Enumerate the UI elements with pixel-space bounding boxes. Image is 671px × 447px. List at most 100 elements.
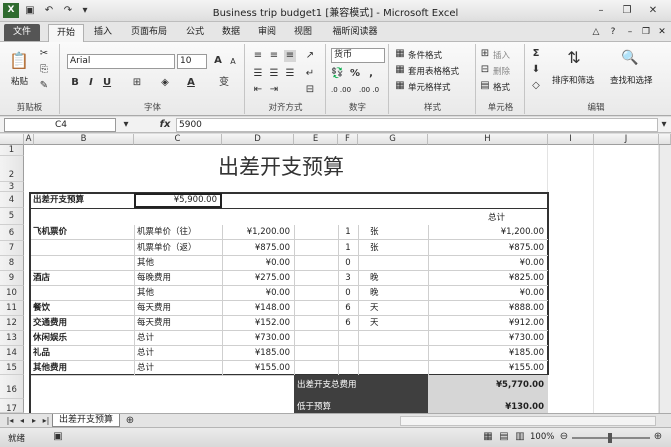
help-icon[interactable]: ? — [606, 24, 620, 41]
expense-quantity[interactable]: 6 — [338, 316, 358, 330]
orientation-icon[interactable]: ↗ — [304, 50, 316, 62]
increase-indent-icon[interactable]: ⇥ — [268, 84, 280, 96]
format-cells-icon[interactable]: ▤ — [479, 80, 491, 92]
budget-value-cell[interactable]: ¥5,900.00 — [134, 193, 222, 208]
expand-formula-icon[interactable]: ▾ — [658, 119, 670, 131]
format-table-icon[interactable]: ▦ — [394, 64, 406, 76]
merge-center-icon[interactable]: ⊟ — [304, 84, 316, 96]
find-select-button[interactable]: 查找和选择 — [610, 74, 653, 86]
align-top-icon[interactable]: ≡ — [252, 50, 264, 62]
expense-quantity[interactable]: 1 — [338, 225, 358, 239]
zoom-in-icon[interactable]: ⊕ — [652, 431, 664, 443]
fill-color-icon[interactable]: ◈ — [159, 77, 171, 89]
close-icon[interactable]: ✕ — [640, 2, 666, 19]
row-header[interactable]: 3 — [0, 182, 24, 192]
tab-data[interactable]: 数据 — [216, 24, 246, 41]
increase-decimal-button[interactable]: .0 .00 — [331, 86, 351, 94]
row-header[interactable]: 17 — [0, 399, 24, 413]
underline-button[interactable]: U — [101, 77, 113, 89]
find-select-icon[interactable]: 🔍 — [620, 48, 640, 68]
row-header[interactable]: 13 — [0, 331, 24, 346]
col-header-g[interactable]: G — [358, 134, 428, 145]
tab-page-layout[interactable]: 页面布局 — [126, 24, 172, 41]
next-sheet-icon[interactable]: ▸ — [28, 415, 40, 427]
summary-under-value[interactable]: ¥130.00 — [430, 400, 544, 413]
col-header-j[interactable]: J — [594, 134, 659, 145]
select-all-corner[interactable] — [0, 134, 24, 145]
decrease-indent-icon[interactable]: ⇤ — [252, 84, 264, 96]
cut-icon[interactable]: ✂ — [38, 48, 50, 60]
expense-amount[interactable]: ¥275.00 — [224, 271, 290, 285]
number-format-select[interactable]: 货币 — [331, 48, 385, 63]
border-icon[interactable]: ⊞ — [131, 77, 143, 89]
row-header[interactable]: 15 — [0, 361, 24, 375]
row-header[interactable]: 7 — [0, 241, 24, 256]
tab-review[interactable]: 审阅 — [252, 24, 282, 41]
cell-styles-button[interactable]: 单元格样式 — [408, 81, 451, 93]
tab-file[interactable]: 文件 — [4, 24, 40, 41]
conditional-format-button[interactable]: 条件格式 — [408, 49, 442, 61]
align-right-icon[interactable]: ☰ — [284, 68, 296, 80]
percent-style-button[interactable]: % — [349, 68, 361, 80]
new-sheet-icon[interactable]: ⊕ — [124, 415, 136, 427]
restore-ribbon-icon[interactable]: ❐ — [640, 24, 652, 41]
expense-quantity[interactable]: 1 — [338, 241, 358, 255]
autosum-button[interactable]: Σ — [530, 48, 542, 60]
comma-style-button[interactable]: , — [365, 68, 377, 80]
last-sheet-icon[interactable]: ▸| — [40, 415, 52, 427]
zoom-slider-thumb[interactable] — [608, 433, 612, 443]
expense-quantity[interactable]: 3 — [338, 271, 358, 285]
sheet-tab-active[interactable]: 出差开支预算 — [52, 414, 120, 427]
col-header-h[interactable]: H — [428, 134, 548, 145]
normal-view-icon[interactable]: ▦ — [482, 431, 494, 443]
formula-input[interactable]: 5900 — [176, 118, 658, 132]
row-header[interactable]: 6 — [0, 225, 24, 241]
first-sheet-icon[interactable]: |◂ — [4, 415, 16, 427]
decrease-decimal-button[interactable]: .00 .0 — [359, 86, 379, 94]
conditional-format-icon[interactable]: ▦ — [394, 48, 406, 60]
expense-amount[interactable]: ¥730.00 — [224, 331, 290, 345]
macro-record-icon[interactable]: ▣ — [52, 431, 64, 443]
sort-filter-button[interactable]: 排序和筛选 — [552, 74, 595, 86]
expense-amount[interactable]: ¥148.00 — [224, 301, 290, 315]
phonetic-icon[interactable]: 变 — [217, 77, 231, 89]
grow-font-icon[interactable]: A — [212, 55, 224, 67]
horizontal-scrollbar[interactable] — [400, 416, 656, 426]
paste-button[interactable]: 粘贴 — [11, 75, 28, 87]
restore-icon[interactable]: ❐ — [614, 2, 640, 19]
format-as-table-button[interactable]: 套用表格格式 — [408, 65, 459, 77]
prev-sheet-icon[interactable]: ◂ — [16, 415, 28, 427]
cell-styles-icon[interactable]: ▦ — [394, 80, 406, 92]
tab-foxit-reader[interactable]: 福昕阅读器 — [326, 24, 384, 41]
col-header-a[interactable]: A — [24, 134, 34, 145]
collapse-ribbon-icon[interactable]: △ — [590, 24, 602, 41]
copy-icon[interactable]: ⎘ — [38, 64, 50, 76]
vertical-scrollbar[interactable] — [659, 145, 671, 413]
row-header[interactable]: 5 — [0, 208, 24, 225]
row-header[interactable]: 1 — [0, 145, 24, 156]
paste-icon[interactable]: 📋 — [9, 50, 29, 72]
minimize-icon[interactable]: – — [588, 2, 614, 19]
font-name-select[interactable]: Arial — [67, 54, 175, 69]
delete-cells-icon[interactable]: ⊟ — [479, 64, 491, 76]
tab-formulas[interactable]: 公式 — [180, 24, 210, 41]
page-layout-view-icon[interactable]: ▤ — [498, 431, 510, 443]
minimize-ribbon-icon[interactable]: – — [624, 24, 636, 41]
row-header[interactable]: 16 — [0, 375, 24, 399]
clear-icon[interactable]: ◇ — [530, 80, 542, 92]
expense-amount[interactable]: ¥0.00 — [224, 256, 290, 270]
sort-filter-icon[interactable]: ⇅ — [564, 48, 584, 68]
expense-quantity[interactable]: 0 — [338, 256, 358, 270]
expense-amount[interactable]: ¥875.00 — [224, 241, 290, 255]
bold-button[interactable]: B — [69, 77, 81, 89]
expense-amount[interactable]: ¥1,200.00 — [224, 225, 290, 239]
col-header-c[interactable]: C — [134, 134, 222, 145]
accounting-format-icon[interactable]: 💱 — [331, 68, 343, 80]
font-size-select[interactable]: 10 — [177, 54, 207, 69]
col-header-b[interactable]: B — [34, 134, 134, 145]
tab-insert[interactable]: 插入 — [88, 24, 118, 41]
vertical-scrollbar-top[interactable] — [659, 134, 671, 145]
expense-amount[interactable]: ¥185.00 — [224, 346, 290, 360]
row-header[interactable]: 9 — [0, 271, 24, 286]
close-workbook-icon[interactable]: ✕ — [656, 24, 668, 41]
